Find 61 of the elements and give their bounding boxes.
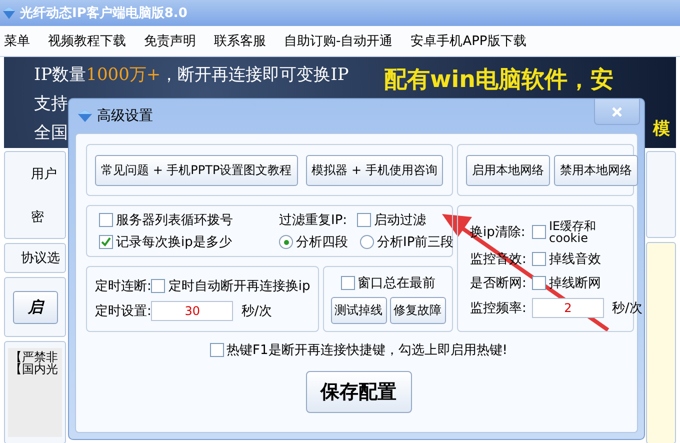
field-label: 用户 — [31, 166, 58, 182]
tool-button[interactable]: 测试掉线 — [330, 297, 386, 324]
menu-item[interactable]: 安卓手机APP版下载 — [410, 32, 526, 50]
radio-label: 分析四段 — [296, 234, 348, 251]
close-button[interactable] — [594, 99, 640, 125]
app-icon — [77, 109, 93, 123]
help-button[interactable]: 模拟器 + 手机使用咨询 — [306, 154, 444, 186]
timer-field[interactable]: 30 — [151, 301, 234, 321]
checkbox[interactable] — [532, 252, 546, 266]
start-button[interactable]: 启 — [13, 290, 58, 324]
option-label: 启动过滤 — [374, 212, 426, 229]
banner-text: 全国 — [34, 122, 69, 144]
frequency-field[interactable]: 2 — [532, 298, 604, 318]
checkbox[interactable] — [99, 235, 113, 249]
save-button[interactable]: 保存配置 — [306, 371, 412, 413]
option-label: 掉线音效 — [549, 250, 601, 268]
network-button[interactable]: 启用本地网络 — [466, 154, 550, 186]
option-label: 掉线断网 — [549, 274, 601, 292]
frequency-label: 监控频率: — [470, 300, 528, 316]
network-button[interactable]: 禁用本地网络 — [554, 154, 638, 186]
filter-label: 过滤重复IP: — [279, 212, 348, 229]
unit-label: 秒/次 — [241, 303, 272, 320]
radio-label: 分析IP前三段 — [377, 234, 454, 251]
hotkey-label: 热键F1是断开再连接快捷键，勾选上即启用热键! — [226, 342, 508, 359]
notice-text: 【严禁非 — [10, 351, 59, 363]
radio-button[interactable] — [279, 235, 293, 249]
checkbox[interactable] — [99, 213, 113, 227]
app-icon — [2, 6, 16, 20]
timer-label: 定时连断: — [95, 278, 152, 295]
field-label: 密 — [31, 208, 45, 226]
window-title: 光纤动态IP客户端电脑版8.0 — [20, 4, 188, 22]
option-label: 窗口总在最前 — [358, 275, 436, 292]
option-label: 记录每次换ip是多少 — [116, 234, 232, 251]
checkbox[interactable] — [532, 224, 546, 238]
banner-text: IP数量1000万+，断开再连接即可变换IP — [34, 64, 350, 86]
radio-button[interactable] — [360, 235, 374, 249]
dialog-title: 高级设置 — [97, 107, 153, 125]
menu-item[interactable]: 免责声明 — [144, 32, 196, 50]
banner-slogan: 配有win电脑软件，安 — [384, 69, 614, 92]
checkbox[interactable] — [340, 276, 354, 290]
menu-item[interactable]: 联系客服 — [214, 32, 266, 50]
checkbox[interactable] — [357, 213, 372, 227]
notice-text: 【国内光 — [10, 363, 59, 375]
tool-button[interactable]: 修复故障 — [390, 297, 446, 324]
option-label: 定时自动断开再连接换ip — [168, 278, 310, 295]
protocol-label: 协议选 — [21, 250, 60, 267]
close-icon — [611, 106, 623, 116]
checkbox[interactable] — [532, 276, 546, 290]
menu-item[interactable]: 菜单 — [4, 32, 30, 50]
menu-item[interactable]: 自助订购-自动开通 — [284, 32, 393, 50]
checkbox[interactable] — [151, 279, 166, 293]
monitor-label: 是否断网: — [470, 274, 528, 292]
checkbox[interactable] — [210, 343, 224, 357]
monitor-label: 换ip清除: — [470, 224, 526, 240]
option-label: 服务器列表循环拨号 — [116, 212, 233, 229]
banner-slogan: 模 — [653, 118, 670, 140]
help-button[interactable]: 常见问题 + 手机PPTP设置图文教程 — [95, 154, 298, 186]
unit-label: 秒/次 — [612, 300, 642, 316]
timer-setting-label: 定时设置: — [95, 303, 152, 320]
option-label: IE缓存和cookie — [549, 220, 597, 244]
menu-item[interactable]: 视频教程下载 — [48, 32, 126, 50]
